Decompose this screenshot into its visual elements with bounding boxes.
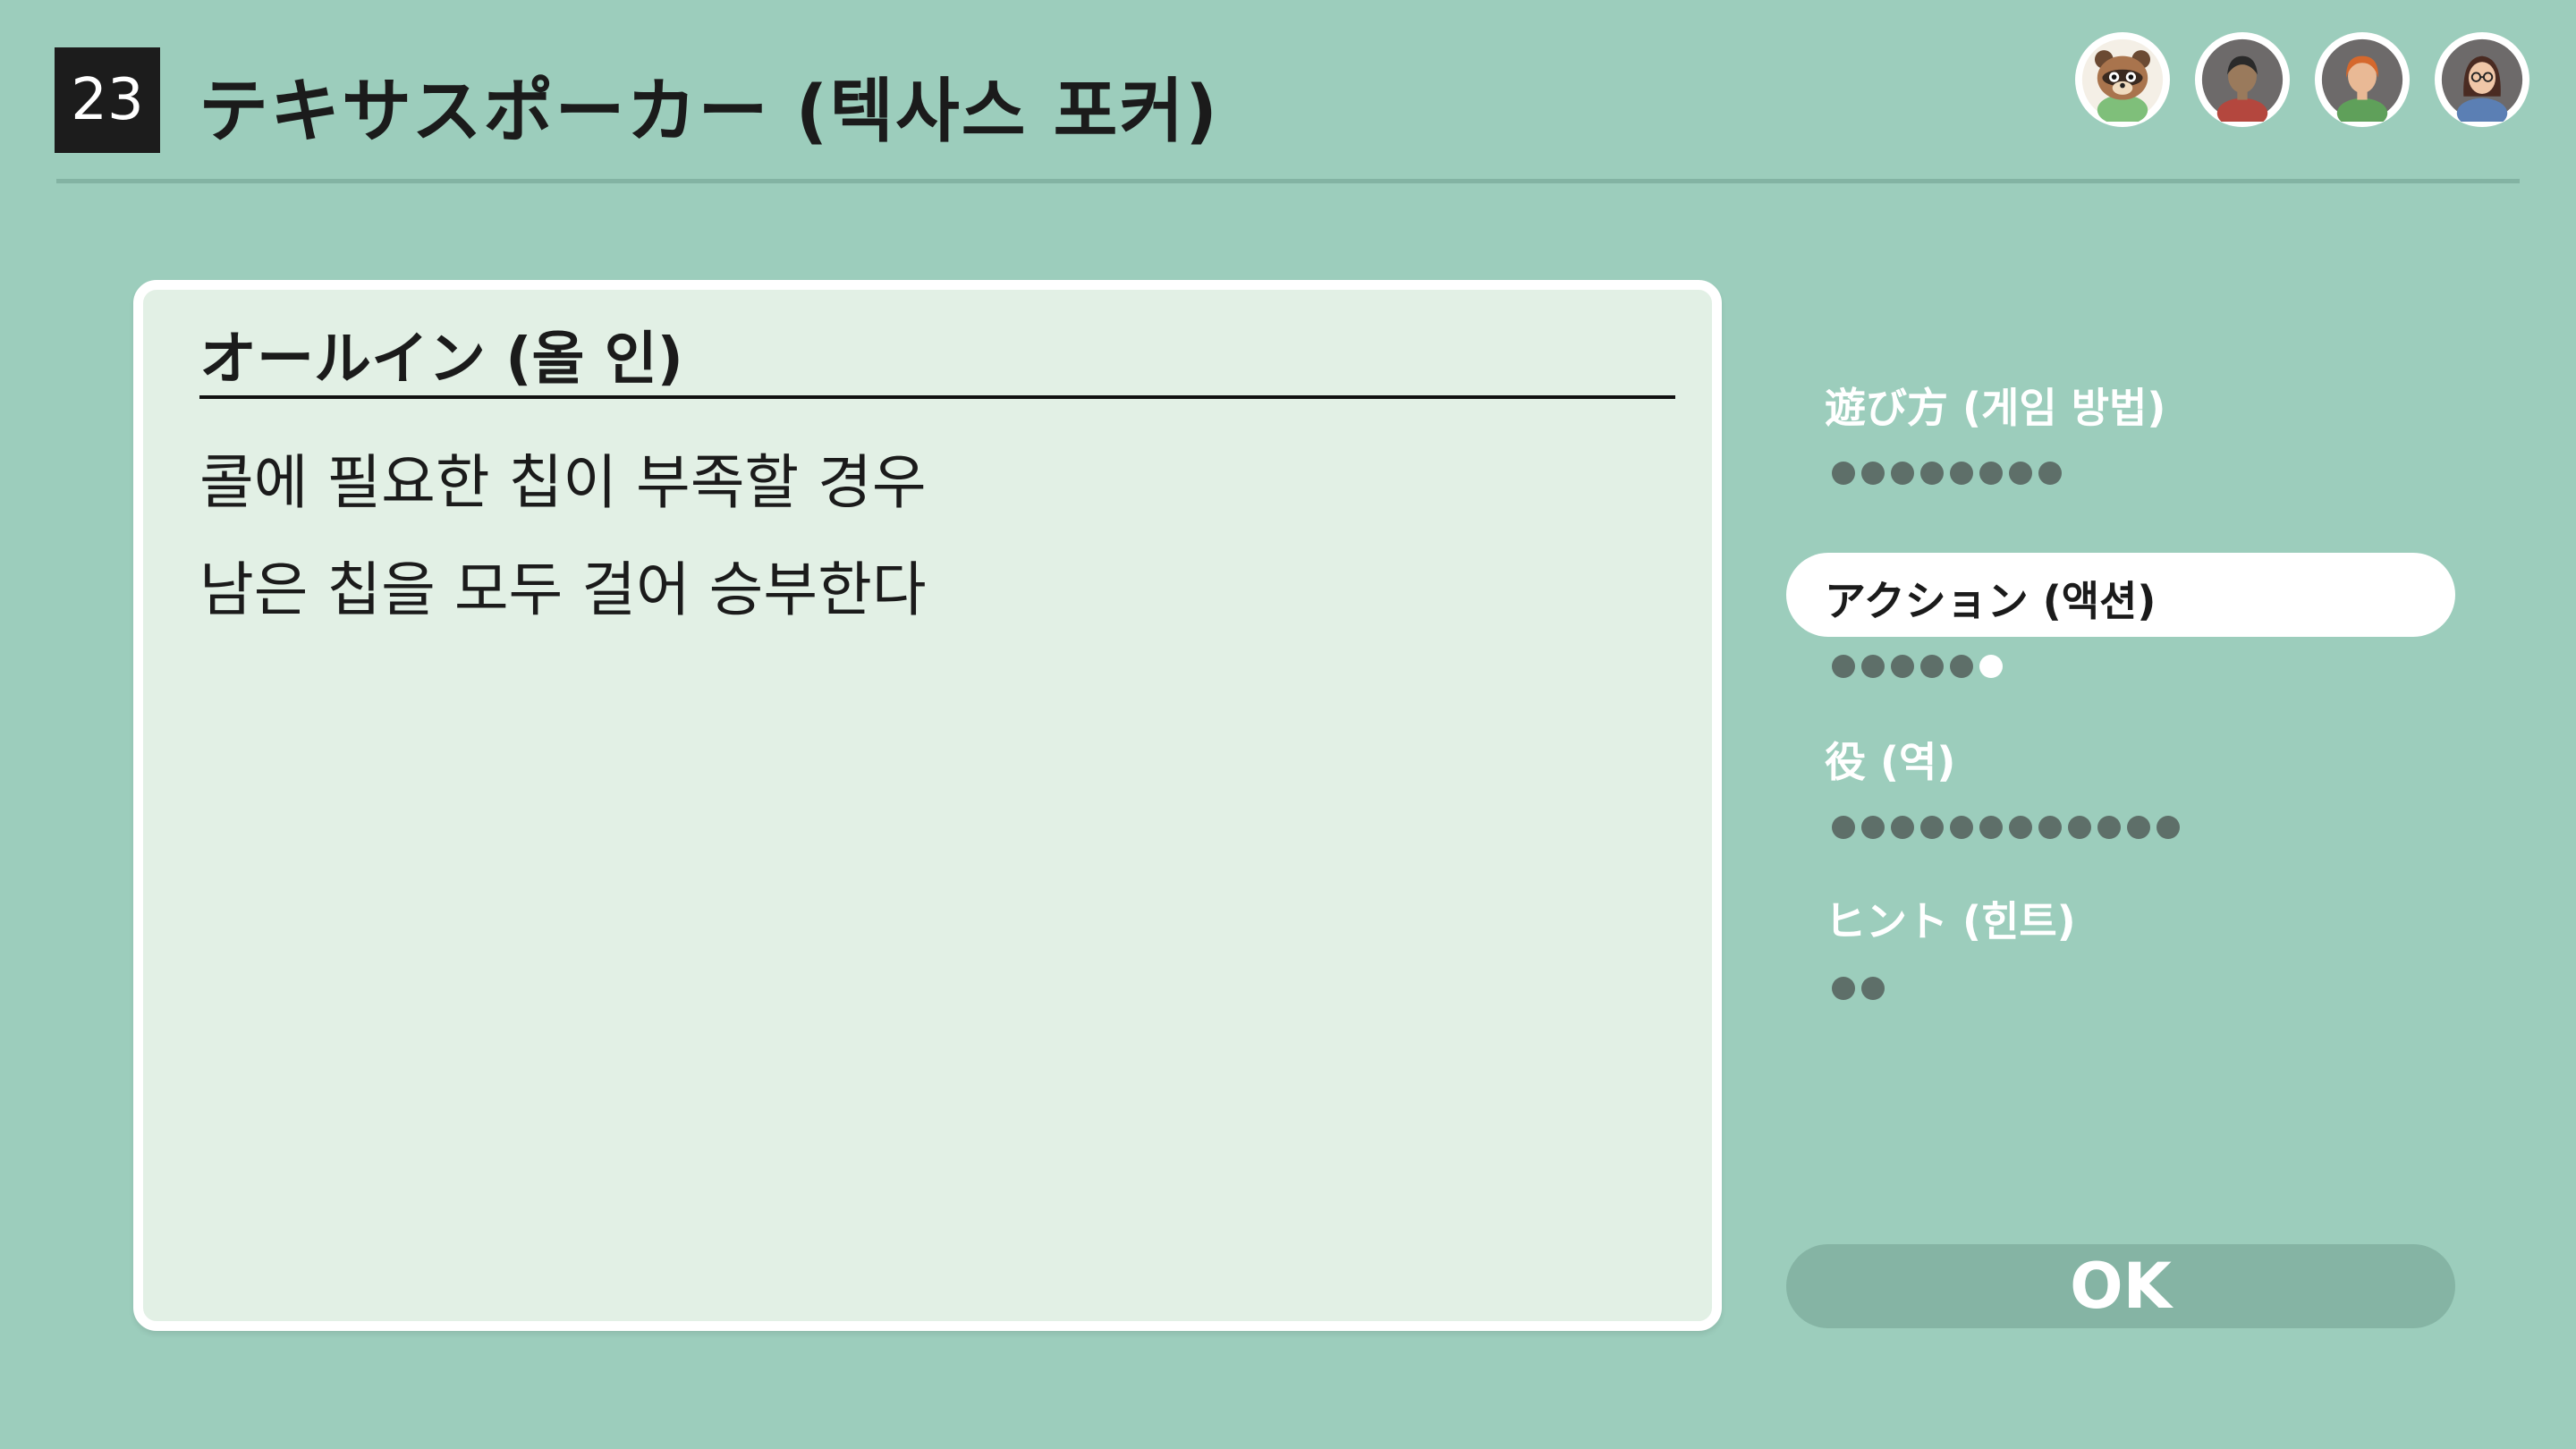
- page-dot: [1891, 462, 1914, 485]
- menu-item-hands[interactable]: 役 (역): [1825, 730, 1955, 789]
- page-dot: [2009, 462, 2032, 485]
- page-dot: [2068, 816, 2091, 839]
- game-title: テキサスポーカー (텍사스 포커): [199, 72, 1219, 152]
- page-dot: [1950, 655, 1973, 678]
- page-dot: [1832, 462, 1855, 485]
- page-dot: [1950, 816, 1973, 839]
- page-dot: [1861, 816, 1885, 839]
- page-dot: [2157, 816, 2180, 839]
- rule-detail-panel: オールイン (올 인) 콜에 필요한 칩이 부족할 경우 남은 칩을 모두 걸어…: [133, 280, 1722, 1331]
- page-dot: [1891, 816, 1914, 839]
- player-avatar-glasses-icon: [2435, 32, 2529, 127]
- menu-item-actions[interactable]: アクション (액션): [1825, 569, 2156, 628]
- ok-button[interactable]: OK: [1786, 1244, 2455, 1328]
- page-dot: [1979, 462, 2003, 485]
- page-dot: [1861, 977, 1885, 1000]
- page-dot: [1979, 816, 2003, 839]
- page-dot: [1861, 462, 1885, 485]
- header-divider: [56, 179, 2520, 183]
- page-dot: [2127, 816, 2150, 839]
- heading-underline: [199, 395, 1675, 399]
- page-dot: [1920, 462, 1944, 485]
- player-avatar-orange-hair-icon: [2315, 32, 2410, 127]
- page-dot: [1832, 977, 1855, 1000]
- page-dot: [2038, 462, 2062, 485]
- page-dots-how-to-play: [1832, 462, 2062, 485]
- page-dot: [2097, 816, 2121, 839]
- menu-item-how-to-play[interactable]: 遊び方 (게임 방법): [1825, 376, 2165, 435]
- player-avatar-dark-hair-icon: [2195, 32, 2290, 127]
- player-avatars: [2075, 32, 2529, 127]
- page-dot-current: [1979, 655, 2003, 678]
- page-dot: [2009, 816, 2032, 839]
- page-dot: [1891, 655, 1914, 678]
- page-dot: [1861, 655, 1885, 678]
- page-dot: [2038, 816, 2062, 839]
- page-dot: [1920, 655, 1944, 678]
- page-dots-hints: [1832, 977, 1885, 1000]
- page-dot: [1832, 655, 1855, 678]
- page-dot: [1950, 462, 1973, 485]
- rule-description-line: 콜에 필요한 칩이 부족할 경우: [199, 448, 927, 517]
- page-dot: [1832, 816, 1855, 839]
- page-dot: [1920, 816, 1944, 839]
- rule-heading: オールイン (올 인): [199, 326, 683, 393]
- page-dots-hands: [1832, 816, 2180, 839]
- rule-description-line: 남은 칩을 모두 걸어 승부한다: [199, 555, 927, 624]
- raccoon-character-icon: [2075, 32, 2170, 127]
- game-number-badge: 23: [55, 47, 160, 153]
- menu-item-hints[interactable]: ヒント (힌트): [1825, 889, 2076, 948]
- page-dots-actions: [1832, 655, 2003, 678]
